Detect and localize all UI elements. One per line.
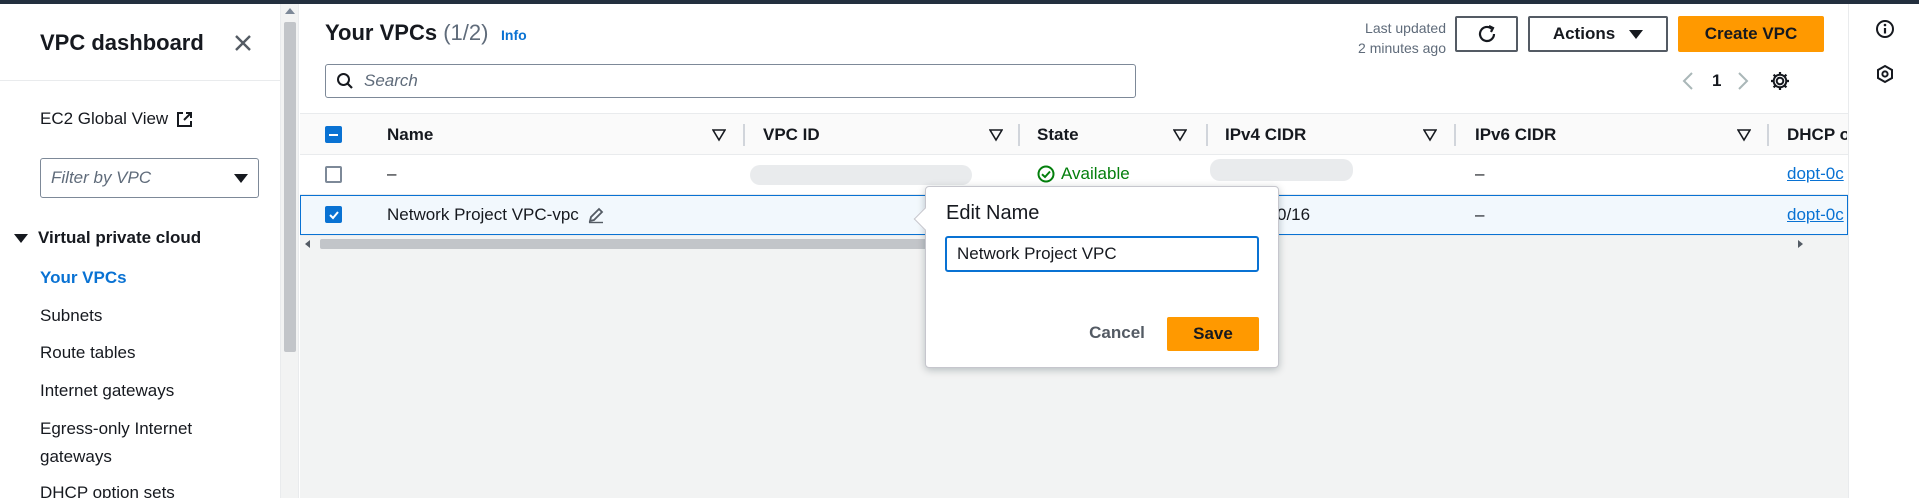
- column-label-dhcp: DHCP o: [1787, 125, 1847, 144]
- column-resizer[interactable]: [1454, 124, 1456, 146]
- tools-rail: [1848, 4, 1919, 498]
- selection-count: (1/2): [443, 20, 489, 45]
- dhcp-options-link[interactable]: dopt-0c: [1787, 155, 1844, 193]
- create-vpc-button[interactable]: Create VPC: [1678, 16, 1824, 52]
- column-label-name: Name: [387, 125, 434, 144]
- column-header-ipv6-cidr[interactable]: IPv6 CIDR: [1475, 114, 1755, 156]
- sort-icon[interactable]: [1737, 128, 1751, 142]
- save-button[interactable]: Save: [1167, 317, 1259, 351]
- last-updated-time: 2 minutes ago: [1358, 40, 1446, 56]
- sidebar-item-route-tables[interactable]: Route tables: [40, 339, 135, 367]
- status-success-icon: [1037, 165, 1055, 183]
- row-checkbox[interactable]: [325, 206, 342, 223]
- ec2-global-view-label: EC2 Global View: [40, 109, 169, 128]
- search-placeholder: Search: [364, 71, 418, 90]
- vpc-name: Network Project VPC-vpc: [387, 205, 579, 224]
- virtual-private-cloud-section[interactable]: Virtual private cloud: [14, 228, 201, 248]
- column-label-vpc-id: VPC ID: [763, 125, 820, 144]
- sidebar-item-egress-only-internet-gateways[interactable]: Egress-only Internet: [40, 415, 192, 443]
- scroll-left-arrow[interactable]: [305, 240, 310, 248]
- table-header: Name VPC ID State IPv4 CIDR IPv6 CIDR DH…: [300, 113, 1848, 155]
- chevron-down-icon: [234, 173, 248, 183]
- table-preferences-button[interactable]: [1766, 67, 1794, 95]
- caret-down-icon: [14, 233, 28, 243]
- sort-icon[interactable]: [1173, 128, 1187, 142]
- state-label: Available: [1061, 164, 1130, 183]
- chevron-left-icon: [1682, 72, 1693, 90]
- column-resizer[interactable]: [743, 124, 745, 146]
- refresh-button[interactable]: [1455, 16, 1518, 52]
- check-icon: [328, 210, 339, 219]
- scroll-up-arrow[interactable]: [285, 8, 295, 14]
- column-header-vpc-id[interactable]: VPC ID: [763, 114, 1023, 156]
- actions-label: Actions: [1552, 24, 1616, 43]
- row-checkbox[interactable]: [325, 166, 342, 183]
- column-label-ipv6-cidr: IPv6 CIDR: [1475, 125, 1557, 144]
- gear-icon: [1771, 72, 1789, 90]
- dhcp-options-link[interactable]: dopt-0c: [1787, 196, 1844, 234]
- cancel-button[interactable]: Cancel: [1076, 317, 1158, 349]
- cell-ipv6: –: [1475, 164, 1485, 183]
- next-page-button[interactable]: [1733, 66, 1753, 96]
- cell-ipv6: –: [1475, 205, 1485, 224]
- external-link-icon: [177, 111, 193, 127]
- page-number[interactable]: 1: [1712, 71, 1721, 91]
- column-header-name[interactable]: Name: [387, 114, 726, 156]
- column-label-ipv4-cidr: IPv4 CIDR: [1225, 125, 1307, 144]
- info-circle-icon: [1876, 20, 1894, 38]
- chevron-right-icon: [1738, 72, 1749, 90]
- sort-icon[interactable]: [712, 128, 726, 142]
- search-input[interactable]: Search: [325, 64, 1136, 98]
- redacted-ipv4-cidr: [1210, 159, 1353, 181]
- sidebar-title: VPC dashboard: [40, 30, 204, 55]
- sidebar-item-dhcp-option-sets[interactable]: DHCP option sets: [40, 479, 175, 498]
- sidebar-scrollbar[interactable]: [281, 4, 299, 498]
- sidebar-divider: [0, 80, 280, 81]
- sidebar-item-your-vpcs[interactable]: Your VPCs: [40, 264, 127, 292]
- page-title: Your VPCs (1/2): [325, 20, 488, 46]
- column-header-dhcp[interactable]: DHCP o: [1787, 114, 1847, 156]
- scroll-right-arrow[interactable]: [1798, 240, 1803, 248]
- column-resizer[interactable]: [1018, 124, 1020, 146]
- sidebar-scroll-thumb[interactable]: [284, 22, 296, 352]
- cell-name: Network Project VPC-vpc: [387, 196, 605, 234]
- column-header-state[interactable]: State: [1037, 114, 1217, 156]
- actions-button[interactable]: Actions: [1528, 16, 1668, 52]
- column-resizer[interactable]: [1206, 124, 1208, 146]
- sidebar-item-subnets[interactable]: Subnets: [40, 302, 102, 330]
- filter-by-vpc-select[interactable]: Filter by VPC: [40, 158, 259, 198]
- main-content: Your VPCs (1/2) Info Last updated 2 minu…: [300, 4, 1848, 498]
- select-all-checkbox[interactable]: [325, 126, 342, 143]
- popover-title: Edit Name: [946, 202, 1040, 224]
- sidebar-item-internet-gateways[interactable]: Internet gateways: [40, 377, 174, 405]
- cell-name: –: [387, 164, 397, 183]
- settings-panel-button[interactable]: [1873, 62, 1897, 86]
- edit-name-input[interactable]: [945, 236, 1259, 272]
- edit-icon[interactable]: [587, 206, 605, 224]
- sort-icon[interactable]: [1423, 128, 1437, 142]
- refresh-icon: [1478, 25, 1495, 43]
- last-updated: Last updated 2 minutes ago: [1348, 18, 1446, 58]
- column-header-ipv4-cidr[interactable]: IPv4 CIDR: [1225, 114, 1445, 156]
- sort-icon[interactable]: [989, 128, 1003, 142]
- column-label-state: State: [1037, 125, 1079, 144]
- sidebar: VPC dashboard EC2 Global View Filter by …: [0, 4, 281, 498]
- redacted-vpc-id: [750, 165, 972, 185]
- column-resizer[interactable]: [1767, 124, 1769, 146]
- edit-name-popover: Edit Name Cancel Save: [913, 186, 1279, 368]
- section-label: Virtual private cloud: [38, 228, 202, 247]
- settings-panel-icon: [1877, 64, 1893, 84]
- ec2-global-view-link[interactable]: EC2 Global View: [40, 109, 193, 129]
- chevron-down-icon: [1629, 29, 1644, 39]
- page-title-text: Your VPCs: [325, 20, 438, 45]
- previous-page-button[interactable]: [1678, 66, 1698, 96]
- info-link[interactable]: Info: [501, 27, 527, 43]
- search-icon: [337, 73, 353, 89]
- sidebar-item-egress-only-internet-gateways-line2[interactable]: gateways: [40, 443, 112, 471]
- close-icon: [235, 35, 251, 51]
- filter-by-vpc-placeholder: Filter by VPC: [51, 168, 152, 187]
- info-panel-button[interactable]: [1873, 17, 1897, 41]
- last-updated-label: Last updated: [1365, 20, 1446, 36]
- close-sidebar-button[interactable]: [228, 28, 258, 58]
